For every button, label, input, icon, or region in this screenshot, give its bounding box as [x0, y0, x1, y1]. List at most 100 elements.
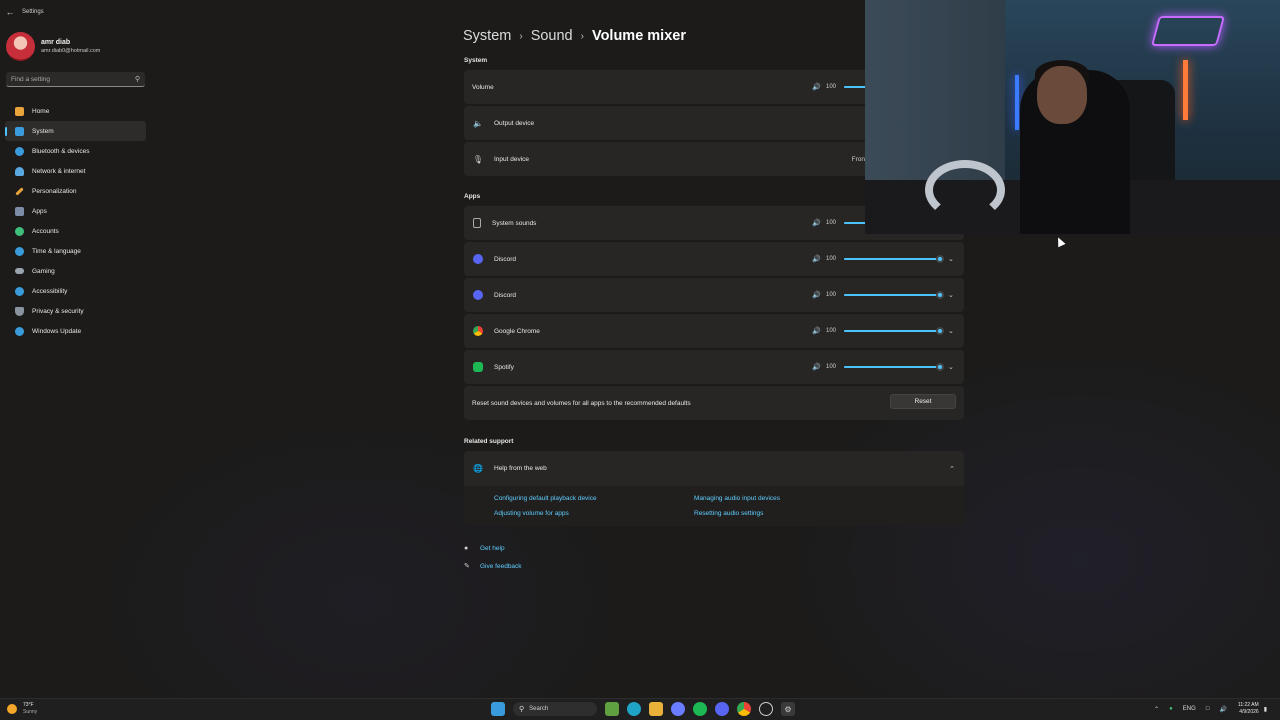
- weather-widget[interactable]: 73°F Sunny: [7, 702, 37, 716]
- help-link[interactable]: Adjusting volume for apps: [494, 510, 569, 517]
- discord-icon: [473, 254, 483, 264]
- reset-row: Reset sound devices and volumes for all …: [464, 386, 964, 420]
- app-volume-value: 100: [826, 220, 837, 226]
- breadcrumb-sound[interactable]: Sound: [531, 28, 573, 44]
- section-label-system: System: [464, 57, 488, 64]
- volume-icon[interactable]: 🔊: [1219, 706, 1226, 713]
- profile-name: amr diab: [41, 39, 71, 46]
- search-input[interactable]: Find a setting ⚲: [6, 72, 145, 87]
- system-sounds-icon: [473, 218, 481, 228]
- shield-icon: [15, 306, 24, 316]
- section-label-apps: Apps: [464, 193, 481, 200]
- app-volume-slider[interactable]: [844, 255, 944, 263]
- search-icon: ⚲: [134, 76, 140, 83]
- chevron-up-icon[interactable]: ⌃: [1154, 706, 1159, 713]
- language-indicator[interactable]: ENG: [1183, 706, 1196, 712]
- accessibility-icon: [15, 286, 24, 296]
- help-icon: ●: [464, 545, 469, 552]
- user-profile[interactable]: amr diab amr.diab0@hotmail.com: [0, 24, 152, 64]
- help-from-web-header[interactable]: 🌐 Help from the web ⌃: [464, 451, 964, 486]
- sidebar-item-personalization[interactable]: Personalization: [5, 181, 146, 201]
- speaker-icon[interactable]: 🔊: [812, 327, 822, 335]
- wifi-icon: [15, 166, 24, 176]
- volume-label: Volume: [472, 83, 494, 91]
- reset-button[interactable]: Reset: [890, 394, 956, 409]
- sun-icon: [7, 704, 17, 714]
- sidebar-item-home[interactable]: Home: [5, 101, 146, 121]
- nav-list: Home System Bluetooth & devices Network …: [0, 101, 152, 341]
- sidebar-item-accessibility[interactable]: Accessibility: [5, 281, 146, 301]
- obs-icon[interactable]: [759, 702, 773, 716]
- sidebar-item-network[interactable]: Network & internet: [5, 161, 146, 181]
- app-volume-slider[interactable]: [844, 291, 944, 299]
- spotify-icon[interactable]: [693, 702, 707, 716]
- app-tray-icon[interactable]: ●: [1169, 706, 1173, 712]
- sidebar-item-windows-update[interactable]: Windows Update: [5, 321, 146, 341]
- discord-icon[interactable]: [715, 702, 729, 716]
- taskbar-search[interactable]: ⚲ Search: [513, 702, 597, 716]
- chevron-down-icon[interactable]: ⌄: [948, 255, 956, 263]
- app-row-google-chrome: Google Chrome 🔊 100 ⌄: [464, 314, 964, 348]
- settings-gear-icon[interactable]: ⚙: [781, 702, 795, 716]
- update-icon: [15, 326, 24, 336]
- help-link[interactable]: Configuring default playback device: [494, 495, 597, 502]
- reset-description: Reset sound devices and volumes for all …: [472, 399, 691, 407]
- app-row-discord: Discord 🔊 100 ⌄: [464, 242, 964, 276]
- microphone-icon: 🎙: [472, 154, 484, 164]
- discord-icon: [473, 290, 483, 300]
- sidebar-item-gaming[interactable]: Gaming: [5, 261, 146, 281]
- help-link[interactable]: Managing audio input devices: [694, 495, 780, 502]
- sidebar-item-system[interactable]: System: [5, 121, 146, 141]
- widget-icon[interactable]: [605, 702, 619, 716]
- chevron-down-icon[interactable]: ⌄: [948, 327, 956, 335]
- sidebar-item-accounts[interactable]: Accounts: [5, 221, 146, 241]
- sidebar: amr diab amr.diab0@hotmail.com Find a se…: [0, 24, 152, 341]
- sidebar-item-bluetooth[interactable]: Bluetooth & devices: [5, 141, 146, 161]
- chevron-down-icon[interactable]: ⌄: [948, 291, 956, 299]
- app-name: Discord: [494, 291, 517, 299]
- give-feedback-link[interactable]: ✎ Give feedback: [464, 562, 522, 571]
- app-volume-value: 100: [826, 328, 837, 334]
- speaker-icon[interactable]: 🔊: [812, 255, 822, 263]
- back-arrow-icon[interactable]: ←: [0, 0, 20, 24]
- app-volume-slider[interactable]: [844, 363, 944, 371]
- section-label-related: Related support: [464, 438, 514, 445]
- speaker-icon[interactable]: 🔊: [812, 363, 822, 371]
- help-link[interactable]: Resetting audio settings: [694, 510, 763, 517]
- chevron-down-icon[interactable]: ⌄: [948, 363, 956, 371]
- copilot-icon[interactable]: [671, 702, 685, 716]
- mouse-cursor: [1054, 235, 1066, 248]
- clock[interactable]: 11:22 AM 4/9/2026: [1238, 702, 1259, 716]
- notification-icon[interactable]: ▮: [1264, 706, 1267, 713]
- speaker-icon[interactable]: 🔊: [812, 83, 822, 91]
- network-icon[interactable]: □: [1206, 706, 1210, 712]
- chevron-right-icon: ›: [519, 30, 523, 42]
- app-volume-value: 100: [826, 256, 837, 262]
- person-icon: [15, 226, 24, 236]
- speaker-icon[interactable]: 🔊: [812, 219, 822, 227]
- neon-logo: [1150, 16, 1226, 46]
- chrome-icon: [473, 326, 483, 336]
- output-device-label: Output device: [494, 119, 535, 127]
- input-device-label: Input device: [494, 155, 530, 163]
- breadcrumb-system[interactable]: System: [463, 28, 511, 44]
- app-volume-slider[interactable]: [844, 327, 944, 335]
- edge-icon[interactable]: [627, 702, 641, 716]
- brush-icon: [15, 186, 24, 196]
- apps-icon: [15, 206, 24, 216]
- chrome-icon[interactable]: [737, 702, 751, 716]
- sidebar-item-privacy[interactable]: Privacy & security: [5, 301, 146, 321]
- monitor-icon: [15, 126, 24, 136]
- chevron-up-icon[interactable]: ⌃: [949, 465, 955, 473]
- avatar: [6, 32, 35, 61]
- windows-start-icon[interactable]: [491, 702, 505, 716]
- speaker-icon[interactable]: 🔊: [812, 291, 822, 299]
- get-help-link[interactable]: ● Get help: [464, 545, 505, 552]
- page-title: Volume mixer: [591, 28, 686, 44]
- sidebar-item-time-language[interactable]: Time & language: [5, 241, 146, 261]
- title-bar: ← Settings: [0, 0, 865, 24]
- globe-clock-icon: [15, 246, 24, 256]
- sidebar-item-apps[interactable]: Apps: [5, 201, 146, 221]
- webcam-overlay: [865, 0, 1280, 234]
- file-explorer-icon[interactable]: [649, 702, 663, 716]
